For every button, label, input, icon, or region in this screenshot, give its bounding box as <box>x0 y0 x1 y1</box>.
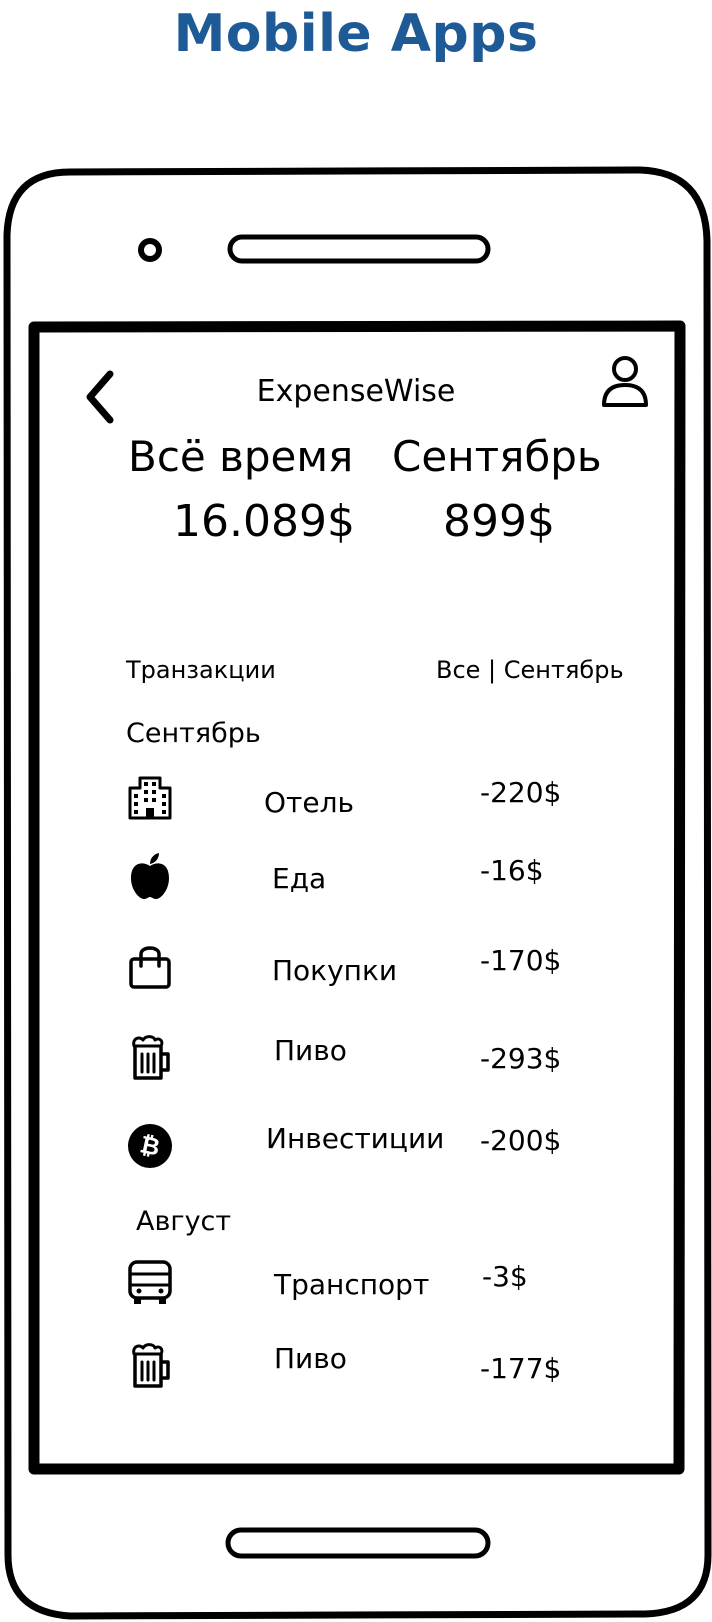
apple-icon <box>131 853 169 899</box>
building-icon <box>128 776 172 820</box>
transaction-category: Пиво <box>274 1342 347 1375</box>
all-time-value: 16.089$ <box>173 496 355 547</box>
transaction-amount: -293$ <box>480 1042 562 1075</box>
transaction-amount: -170$ <box>480 944 562 977</box>
month-value: 899$ <box>443 496 555 547</box>
transaction-amount: -3$ <box>482 1260 528 1293</box>
transaction-row[interactable]: Покупки -170$ <box>120 938 640 998</box>
beer-mug-icon <box>132 1035 170 1080</box>
beer-mug-icon <box>132 1343 170 1388</box>
period-filter[interactable]: Все | Сентябрь <box>436 656 624 684</box>
bus-icon <box>128 1260 172 1304</box>
profile-button[interactable] <box>600 355 650 411</box>
transaction-category: Покупки <box>272 954 398 987</box>
transaction-row[interactable]: Отель -220$ <box>120 770 640 830</box>
camera-icon <box>138 238 162 262</box>
transaction-category: Отель <box>264 786 354 819</box>
shopping-bag-icon <box>129 946 171 989</box>
group-header-september: Сентябрь <box>126 718 261 749</box>
transaction-category: Еда <box>272 862 327 895</box>
month-label: Сентябрь <box>392 432 602 481</box>
transaction-category: Пиво <box>274 1034 347 1067</box>
transaction-category: Транспорт <box>274 1268 430 1301</box>
transaction-category: Инвестиции <box>266 1122 445 1155</box>
transaction-amount: -200$ <box>480 1124 562 1157</box>
transaction-amount: -177$ <box>480 1352 562 1385</box>
transaction-row[interactable]: Пиво -177$ <box>120 1338 640 1398</box>
user-icon <box>602 356 648 407</box>
back-button[interactable] <box>78 368 122 426</box>
home-button <box>225 1527 491 1559</box>
transaction-amount: -220$ <box>480 776 562 809</box>
all-time-label: Всё время <box>128 432 354 481</box>
bitcoin-icon: ₿ <box>128 1124 172 1168</box>
transaction-amount: -16$ <box>480 854 544 887</box>
speaker-slot <box>227 234 491 264</box>
transaction-row[interactable]: Транспорт -3$ <box>120 1254 640 1314</box>
transaction-row[interactable]: Еда -16$ <box>120 848 640 908</box>
transaction-row[interactable]: Пиво -293$ <box>120 1030 640 1090</box>
app-title: ExpenseWise <box>256 374 456 409</box>
group-header-august: Август <box>136 1206 232 1237</box>
transactions-title: Транзакции <box>126 656 276 684</box>
transaction-row[interactable]: ₿ Инвестиции -200$ <box>120 1118 640 1178</box>
chevron-left-icon <box>86 370 114 424</box>
